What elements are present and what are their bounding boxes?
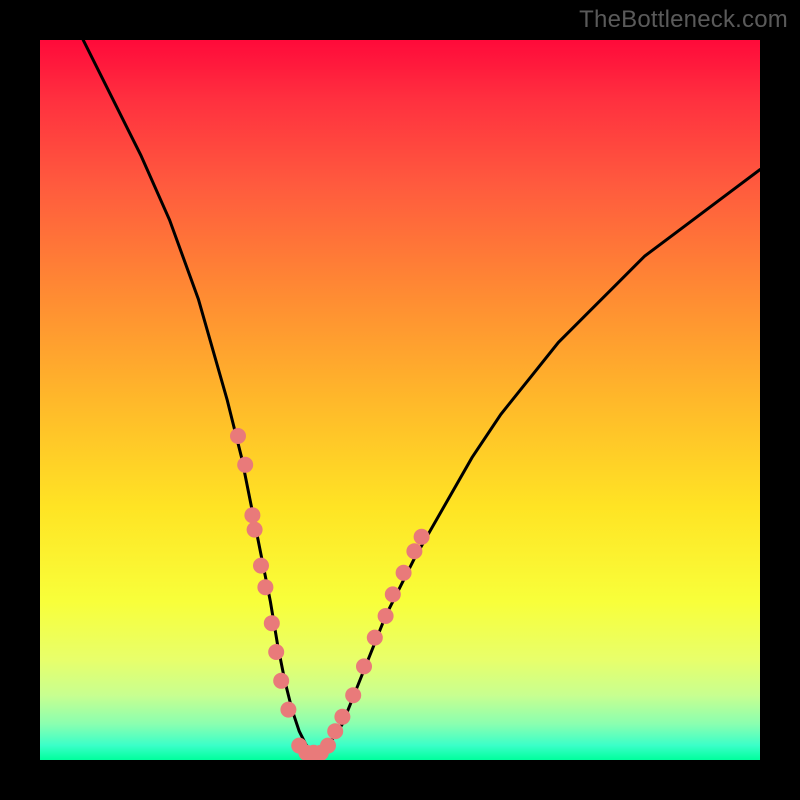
data-marker [257,579,273,595]
data-marker [320,738,336,754]
data-marker [273,673,289,689]
data-marker [327,723,343,739]
marker-layer [230,428,430,760]
data-marker [280,702,296,718]
data-marker [253,558,269,574]
bottleneck-curve-svg [40,40,760,760]
data-marker [385,586,401,602]
watermark-text: TheBottleneck.com [579,6,788,34]
data-marker [247,522,263,538]
data-marker [237,457,253,473]
data-marker [414,529,430,545]
curve-layer [83,40,760,753]
bottleneck-curve [83,40,760,753]
data-marker [406,543,422,559]
chart-frame: TheBottleneck.com [0,0,800,800]
data-marker [264,615,280,631]
data-marker [230,428,246,444]
data-marker [396,565,412,581]
data-marker [268,644,284,660]
data-marker [378,608,394,624]
data-marker [244,507,260,523]
data-marker [367,630,383,646]
plot-area [40,40,760,760]
data-marker [345,687,361,703]
data-marker [334,709,350,725]
data-marker [356,658,372,674]
